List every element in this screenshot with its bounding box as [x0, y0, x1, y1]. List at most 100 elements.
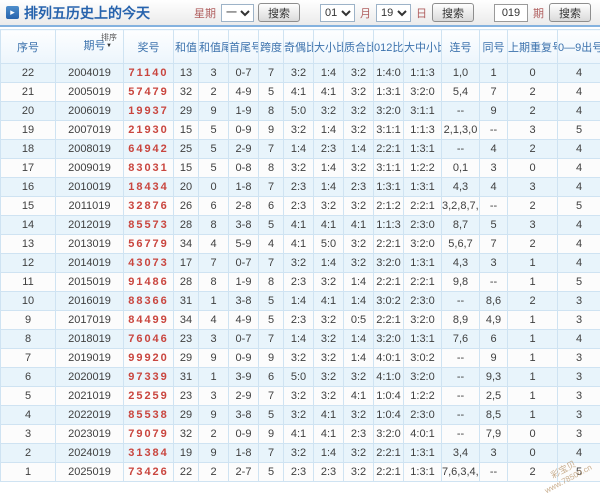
cell-odd-even: 3:2: [284, 121, 314, 140]
sort-control[interactable]: 排序: [101, 34, 117, 49]
cell-012-ratio: 3:2:0: [374, 330, 404, 349]
col-header-digit-count: 0—9出号个数: [558, 30, 600, 64]
table-header-row: 序号期号排序奖号和值和值尾首尾号跨度奇偶比大小比质合比012比大中小比连号同号上…: [1, 30, 600, 64]
cell-odd-even: 1:4: [284, 330, 314, 349]
cell-prime-composite: 3:2: [344, 121, 374, 140]
cell-sum-tail: 1: [199, 292, 229, 311]
title-arrow-icon: ▸: [6, 6, 19, 19]
table-row: 212005019574793224-954:14:13:21:3:13:2:0…: [1, 83, 600, 102]
col-header-big-small: 大小比: [314, 30, 344, 64]
cell-repeat-count: 2: [508, 140, 558, 159]
cell-repeat-count: 1: [508, 406, 558, 425]
cell-sum: 32: [174, 83, 199, 102]
cell-same: 7,9: [480, 425, 508, 444]
issue-input[interactable]: [494, 4, 528, 22]
cell-consecutive: --: [442, 425, 480, 444]
col-header-prize: 奖号: [124, 30, 174, 64]
cell-same: 5: [480, 216, 508, 235]
cell-issue: 2015019: [56, 273, 124, 292]
cell-repeat-count: 2: [508, 102, 558, 121]
cell-prize: 25259: [124, 387, 174, 406]
cell-prime-composite: 3:2: [344, 102, 374, 121]
cell-digit-count: 5: [558, 121, 600, 140]
cell-sum-tail: 3: [199, 330, 229, 349]
week-search-button[interactable]: 搜索: [258, 3, 300, 22]
cell-prize: 79079: [124, 425, 174, 444]
cell-012-ratio: 1:0:4: [374, 406, 404, 425]
cell-same: 7: [480, 83, 508, 102]
cell-repeat-count: 3: [508, 121, 558, 140]
cell-odd-even: 3:2: [284, 254, 314, 273]
cell-big-small: 3:2: [314, 197, 344, 216]
cell-prize: 85573: [124, 216, 174, 235]
cell-digit-count: 4: [558, 83, 600, 102]
cell-same: 4: [480, 178, 508, 197]
cell-prime-composite: 4:1: [344, 387, 374, 406]
cell-sum-tail: 9: [199, 406, 229, 425]
cell-prize: 84499: [124, 311, 174, 330]
cell-sum-tail: 2: [199, 425, 229, 444]
cell-big-mid-small: 3:2:0: [404, 311, 442, 330]
table-row: 112015019914862881-982:33:21:42:2:12:2:1…: [1, 273, 600, 292]
cell-span: 8: [259, 273, 284, 292]
cell-prize: 71140: [124, 64, 174, 83]
cell-sum: 29: [174, 102, 199, 121]
cell-first-last: 0-9: [229, 349, 259, 368]
cell-sum: 17: [174, 254, 199, 273]
cell-first-last: 3-8: [229, 406, 259, 425]
cell-sum: 31: [174, 292, 199, 311]
day-select[interactable]: 19: [376, 4, 411, 22]
cell-sum-tail: 0: [199, 178, 229, 197]
cell-first-last: 1-8: [229, 178, 259, 197]
month-label: 月: [360, 5, 371, 21]
col-header-sum-tail: 和值尾: [199, 30, 229, 64]
cell-first-last: 0-9: [229, 121, 259, 140]
cell-prize: 73426: [124, 463, 174, 482]
cell-big-small: 3:2: [314, 102, 344, 121]
cell-prime-composite: 1:4: [344, 349, 374, 368]
cell-consecutive: 8,7: [442, 216, 480, 235]
cell-digit-count: 3: [558, 311, 600, 330]
cell-issue: 2013019: [56, 235, 124, 254]
table-row: 182008019649422552-971:42:31:42:2:11:3:1…: [1, 140, 600, 159]
cell-consecutive: 7,6,3,4,2: [442, 463, 480, 482]
month-select[interactable]: 01: [320, 4, 355, 22]
cell-first-last: 0-7: [229, 254, 259, 273]
cell-digit-count: 3: [558, 292, 600, 311]
table-row: 62020019973393113-965:03:23:24:1:03:2:0-…: [1, 368, 600, 387]
cell-012-ratio: 4:1:0: [374, 368, 404, 387]
cell-prize: 76046: [124, 330, 174, 349]
cell-same: 6: [480, 330, 508, 349]
cell-same: 8,6: [480, 292, 508, 311]
cell-serial: 21: [1, 83, 56, 102]
cell-big-mid-small: 1:3:1: [404, 140, 442, 159]
cell-repeat-count: 0: [508, 444, 558, 463]
cell-repeat-count: 1: [508, 311, 558, 330]
table-row: 92017019844993444-952:33:20:52:2:13:2:08…: [1, 311, 600, 330]
date-search-button[interactable]: 搜索: [432, 3, 474, 22]
col-header-repeat-count: 上期重复号个数: [508, 30, 558, 64]
col-header-sum: 和值: [174, 30, 199, 64]
cell-sum: 28: [174, 273, 199, 292]
cell-span: 9: [259, 425, 284, 444]
cell-digit-count: 4: [558, 64, 600, 83]
cell-012-ratio: 3:0:2: [374, 292, 404, 311]
cell-serial: 13: [1, 235, 56, 254]
cell-repeat-count: 3: [508, 178, 558, 197]
week-select[interactable]: 一: [221, 4, 254, 22]
cell-big-mid-small: 1:3:1: [404, 330, 442, 349]
cell-sum-tail: 5: [199, 159, 229, 178]
cell-big-mid-small: 1:3:1: [404, 463, 442, 482]
cell-big-mid-small: 1:2:2: [404, 159, 442, 178]
cell-big-small: 2:3: [314, 463, 344, 482]
cell-issue: 2021019: [56, 387, 124, 406]
cell-repeat-count: 0: [508, 425, 558, 444]
cell-serial: 9: [1, 311, 56, 330]
cell-issue: 2011019: [56, 197, 124, 216]
cell-issue: 2022019: [56, 406, 124, 425]
cell-serial: 11: [1, 273, 56, 292]
cell-issue: 2023019: [56, 425, 124, 444]
cell-first-last: 3-8: [229, 216, 259, 235]
cell-prime-composite: 3:2: [344, 235, 374, 254]
issue-search-button[interactable]: 搜索: [549, 3, 591, 22]
